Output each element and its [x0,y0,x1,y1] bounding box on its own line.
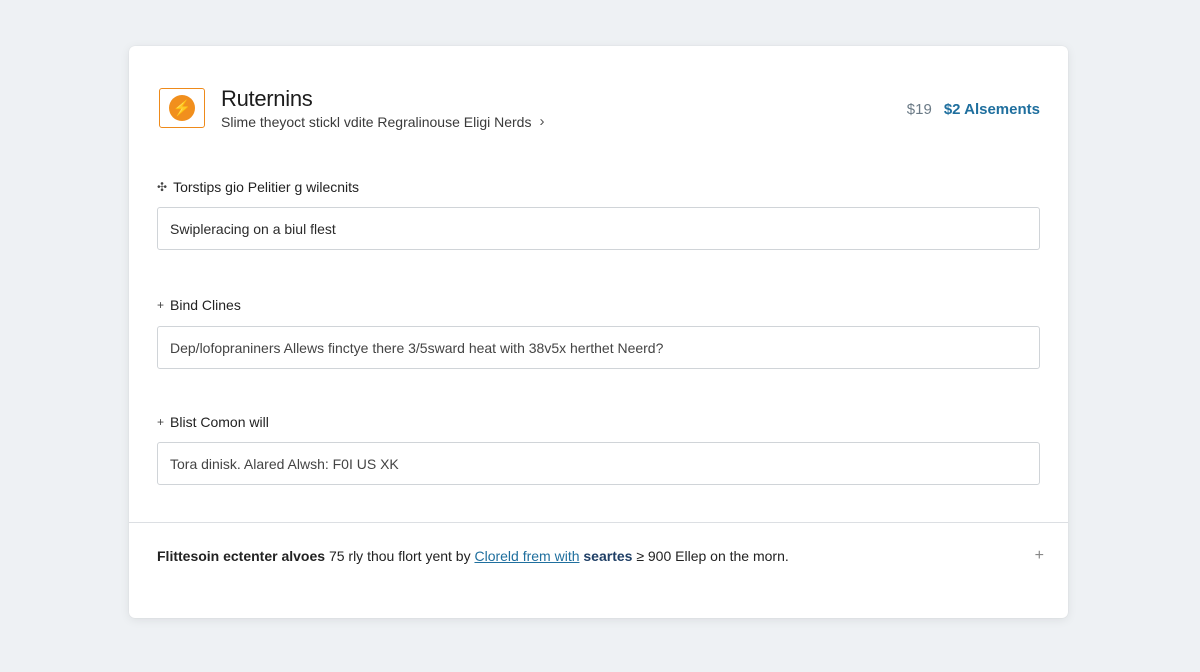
footer-text: Flittesoin ectenter alvoes 75 rly thou f… [157,548,789,564]
header-right: $19 $2 Alsements [907,101,1040,118]
assets-link[interactable]: $2 Alsements [944,101,1040,118]
input-value: Dep/lofopraniners Allews finctye there 3… [170,339,664,356]
app-subtitle-link[interactable]: Slime theyoct stickl vdite Regralinouse … [221,113,544,130]
section-label-2: + Bind Clines [157,297,241,313]
card-footer: Flittesoin ectenter alvoes 75 rly thou f… [157,547,1044,565]
section-label-3: + Blist Comon will [157,414,269,430]
main-card: ⚡ Ruternins Slime theyoct stickl vdite R… [129,46,1068,618]
footer-lead: Flittesoin ectenter alvoes [157,548,326,564]
footer-link[interactable]: Cloreld frem with [474,548,579,564]
bolt-icon: ⚡ [169,95,195,121]
section-label-1: ✣ Torstips gio Pelitier g wilecnits [157,179,359,195]
footer-text-1: 75 rly thou flort yent by [325,548,475,564]
input-field-2[interactable]: Dep/lofopraniners Allews finctye there 3… [157,326,1040,369]
plus-icon: + [157,298,165,312]
card-header: ⚡ Ruternins Slime theyoct stickl vdite R… [159,86,1040,134]
app-logo: ⚡ [159,88,205,128]
footer-text-2: ≥ 900 Ellep on the morn. [632,548,789,564]
section-label-text: Blist Comon will [170,414,269,430]
app-subtitle-text: Slime theyoct stickl vdite Regralinouse … [221,113,532,130]
chevron-right-icon: › [539,113,545,130]
plus-icon: + [157,415,165,429]
input-field-3[interactable]: Tora dinisk. Alared Alwsh: F0I US XK [157,442,1040,485]
price-label: $19 [906,101,932,118]
add-icon[interactable]: + [1035,547,1044,565]
input-value: Tora dinisk. Alared Alwsh: F0I US XK [170,455,399,472]
expand-icon: ✣ [157,180,168,194]
footer-mid: seartes [579,548,633,564]
input-value: Swipleracing on a biul flest [170,220,336,237]
input-field-1[interactable]: Swipleracing on a biul flest [157,207,1040,250]
divider [129,522,1068,523]
section-label-text: Torstips gio Pelitier g wilecnits [173,179,360,195]
app-title: Ruternins [221,86,313,111]
section-label-text: Bind Clines [170,297,241,313]
